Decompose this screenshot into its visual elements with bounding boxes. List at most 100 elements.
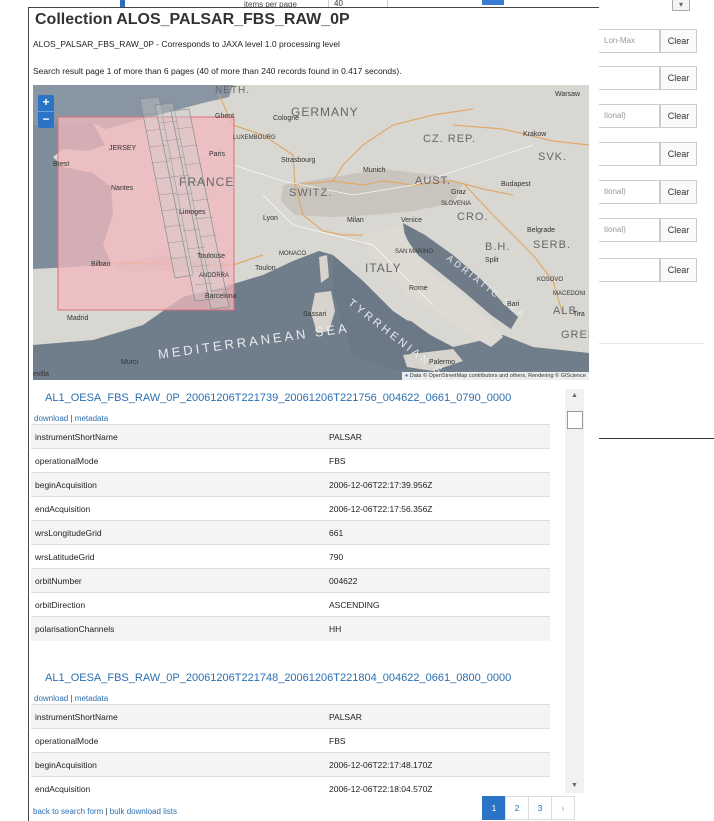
- map-label-sevilla: evilla: [33, 371, 49, 378]
- optional-input[interactable]: tional): [598, 104, 660, 128]
- map-attribution-text: Data © OpenStreetMap contributors and ot…: [409, 373, 586, 379]
- map-label-tirana: Tira: [573, 311, 585, 318]
- download-link[interactable]: download: [34, 414, 68, 423]
- record-id-link[interactable]: AL1_OESA_FBS_RAW_0P_20061206T221739_2006…: [45, 392, 511, 404]
- next-page-button[interactable]: ›: [551, 796, 575, 820]
- attribute-value: FBS: [329, 448, 550, 473]
- map-label-toulouse: Toulouse: [197, 253, 226, 260]
- map-label-krakow: Krakow: [523, 131, 547, 138]
- attribute-name: polarisationChannels: [31, 616, 329, 641]
- map-label-sassari: Sassari: [303, 311, 327, 318]
- pagination: 1 2 3 ›: [482, 796, 575, 820]
- map-label-serb: SERB.: [533, 239, 572, 251]
- zoom-in-button[interactable]: +: [38, 95, 54, 111]
- metadata-link[interactable]: metadata: [75, 694, 108, 703]
- map-label-bh: B.H.: [485, 241, 511, 253]
- map-label-bari: Bari: [507, 301, 520, 308]
- attribute-name: beginAcquisition: [31, 472, 329, 497]
- page-1-button[interactable]: 1: [482, 796, 506, 820]
- map-label-brest: Brest: [53, 161, 70, 168]
- table-row: operationalMode FBS: [31, 448, 550, 473]
- attribute-name: instrumentShortName: [31, 424, 329, 449]
- modal-title: Collection ALOS_PALSAR_FBS_RAW_0P: [35, 11, 350, 28]
- table-row: wrsLongitudeGrid 661: [31, 520, 550, 545]
- map-label-san-marino: SAN MARINO: [395, 249, 434, 255]
- clear-button[interactable]: Clear: [660, 29, 697, 53]
- map-label-belgrade: Belgrade: [527, 227, 556, 234]
- optional-input[interactable]: tional): [598, 218, 660, 242]
- map-label-neth: NETH.: [215, 85, 250, 96]
- record-links: download | metadata: [34, 694, 108, 703]
- clear-button[interactable]: Clear: [660, 104, 697, 128]
- map-label-munich: Munich: [363, 167, 386, 174]
- optional-input[interactable]: tional): [598, 180, 660, 204]
- clear-button[interactable]: Clear: [660, 258, 697, 282]
- map-label-barcelona: Barcelona: [205, 293, 237, 300]
- chevron-down-icon[interactable]: ▾: [672, 0, 690, 11]
- map-label-germany: GERMANY: [291, 105, 359, 119]
- map-label-madrid: Madrid: [67, 315, 89, 322]
- map-label-aust: AUST.: [415, 175, 452, 187]
- attribute-value: 2006-12-06T22:18:04.570Z: [329, 776, 550, 798]
- attribute-name: operationalMode: [31, 448, 329, 473]
- attribute-value: 661: [329, 520, 550, 545]
- map-label-split: Split: [485, 257, 499, 264]
- bulk-download-link[interactable]: bulk download lists: [110, 807, 177, 816]
- table-row: instrumentShortName PALSAR: [31, 424, 550, 449]
- map-label-cologne: Cologne: [273, 115, 300, 122]
- map-label-monaco: MONACO: [279, 251, 306, 257]
- form-blue-tab[interactable]: [482, 0, 504, 5]
- attribute-value: PALSAR: [329, 704, 550, 729]
- form-input[interactable]: [598, 66, 660, 90]
- map-label-milan: Milan: [347, 217, 364, 224]
- map-label-kosovo: KOSOVO: [537, 277, 564, 283]
- clear-button[interactable]: Clear: [660, 66, 697, 90]
- map-label-warsaw: Warsaw: [555, 91, 581, 98]
- table-row: beginAcquisition 2006-12-06T22:17:48.170Z: [31, 752, 550, 777]
- record-links: download | metadata: [34, 414, 108, 423]
- map-label-venice: Venice: [401, 217, 423, 224]
- form-accent-strip: [120, 0, 125, 7]
- attribute-name: wrsLatitudeGrid: [31, 544, 329, 569]
- page-2-button[interactable]: 2: [505, 796, 529, 820]
- clear-button[interactable]: Clear: [660, 142, 697, 166]
- page-3-button[interactable]: 3: [528, 796, 552, 820]
- zoom-out-button[interactable]: −: [38, 111, 54, 127]
- scroll-down-icon[interactable]: ▼: [565, 779, 584, 793]
- download-link[interactable]: download: [34, 694, 68, 703]
- footprint-map[interactable]: + − GERMANY CZ. REP. SVK. FRANCE SWITZ. …: [33, 85, 589, 380]
- metadata-link[interactable]: metadata: [75, 414, 108, 423]
- attribute-name: beginAcquisition: [31, 752, 329, 777]
- record-list: AL1_OESA_FBS_RAW_0P_20061206T221739_2006…: [29, 380, 567, 798]
- record-id-link[interactable]: AL1_OESA_FBS_RAW_0P_20061206T221748_2006…: [45, 672, 511, 684]
- records-scrollbar[interactable]: ▲ ▼: [565, 389, 584, 793]
- attribute-value: 2006-12-06T22:17:48.170Z: [329, 752, 550, 777]
- back-to-search-link[interactable]: back to search form: [33, 807, 103, 816]
- attribute-value: 2006-12-06T22:17:39.956Z: [329, 472, 550, 497]
- map-label-svk: SVK.: [538, 151, 568, 163]
- map-label-graz: Graz: [451, 189, 467, 196]
- clear-button[interactable]: Clear: [660, 218, 697, 242]
- form-input[interactable]: [598, 142, 660, 166]
- attribute-name: operationalMode: [31, 728, 329, 753]
- map-label-paris: Paris: [209, 151, 225, 158]
- link-separator: |: [70, 414, 73, 423]
- attribute-name: wrsLongitudeGrid: [31, 520, 329, 545]
- search-result-info: Search result page 1 of more than 6 page…: [33, 66, 402, 76]
- attribute-value: FBS: [329, 728, 550, 753]
- table-row: endAcquisition 2006-12-06T22:18:04.570Z: [31, 776, 550, 798]
- lon-max-input[interactable]: Lon-Max: [598, 29, 660, 53]
- attribute-value: 004622: [329, 568, 550, 593]
- map-label-jersey: JERSEY: [109, 145, 137, 152]
- clear-button[interactable]: Clear: [660, 180, 697, 204]
- attribute-name: endAcquisition: [31, 496, 329, 521]
- map-label-budapest: Budapest: [501, 181, 531, 188]
- scrollbar-thumb[interactable]: [567, 411, 583, 429]
- map-label-lyon: Lyon: [263, 215, 278, 222]
- scroll-up-icon[interactable]: ▲: [565, 389, 584, 403]
- map-label-strasbourg: Strasbourg: [281, 157, 316, 164]
- map-label-palermo: Palermo: [429, 359, 456, 366]
- map-label-luxembourg: LUXEMBOURG: [233, 135, 276, 141]
- form-input[interactable]: [598, 258, 660, 282]
- attribute-value: 2006-12-06T22:17:56.356Z: [329, 496, 550, 521]
